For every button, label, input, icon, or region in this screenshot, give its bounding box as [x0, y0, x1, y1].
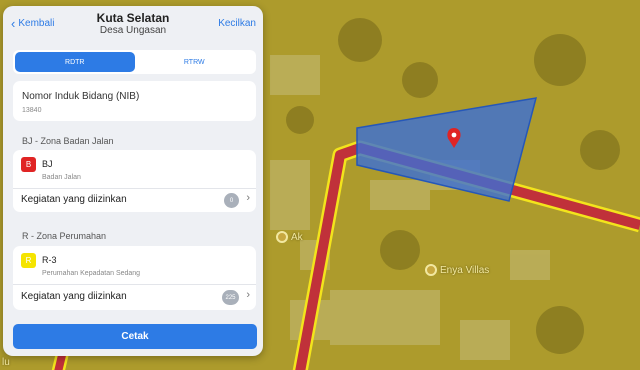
zoning-info-panel: ‹ Kembali Kuta Selatan Desa Ungasan Keci… [3, 6, 263, 356]
print-button[interactable]: Cetak [13, 324, 257, 349]
activity-count-badge: 0 [224, 193, 239, 208]
tab-switcher: RDTR RTRW [13, 50, 256, 74]
zone-name: Badan Jalan [42, 174, 81, 181]
nib-label: Nomor Induk Bidang (NIB) [22, 91, 140, 102]
tab-rtrw[interactable]: RTRW [135, 52, 255, 72]
zone-section-title: R - Zona Perumahan [22, 231, 107, 241]
permitted-activities-row[interactable]: Kegiatan yang diizinkan 0 › [13, 188, 256, 212]
poi-marker-icon[interactable] [276, 231, 288, 243]
zone-badge: R [21, 253, 36, 268]
zone-badge: B [21, 157, 36, 172]
zone-card-r3: R R-3 Perumahan Kepadatan Sedang Kegiata… [13, 246, 256, 310]
nib-value: 13840 [22, 107, 42, 114]
poi-marker-icon[interactable] [425, 264, 437, 276]
chevron-right-icon: › [246, 289, 250, 301]
permitted-activities-label: Kegiatan yang diizinkan [21, 291, 127, 302]
permitted-activities-row[interactable]: Kegiatan yang diizinkan 225 › [13, 284, 256, 310]
poi-label: Enya Villas [440, 265, 490, 276]
zone-name: Perumahan Kepadatan Sedang [42, 270, 141, 277]
map-label: lu [2, 357, 10, 368]
zone-code: BJ [42, 159, 53, 169]
zone-card-bj: B BJ Badan Jalan Kegiatan yang diizinkan… [13, 150, 256, 212]
panel-header: ‹ Kembali Kuta Selatan Desa Ungasan Keci… [3, 6, 263, 44]
activity-count-badge: 225 [222, 290, 239, 305]
collapse-button[interactable]: Kecilkan [218, 18, 256, 29]
chevron-right-icon: › [246, 192, 250, 204]
tab-rdtr[interactable]: RDTR [15, 52, 135, 72]
zone-code: R-3 [42, 255, 57, 265]
permitted-activities-label: Kegiatan yang diizinkan [21, 194, 127, 205]
poi-label: Ak [291, 232, 303, 243]
zone-section-title: BJ - Zona Badan Jalan [22, 136, 114, 146]
nib-card: Nomor Induk Bidang (NIB) 13840 [13, 81, 256, 121]
